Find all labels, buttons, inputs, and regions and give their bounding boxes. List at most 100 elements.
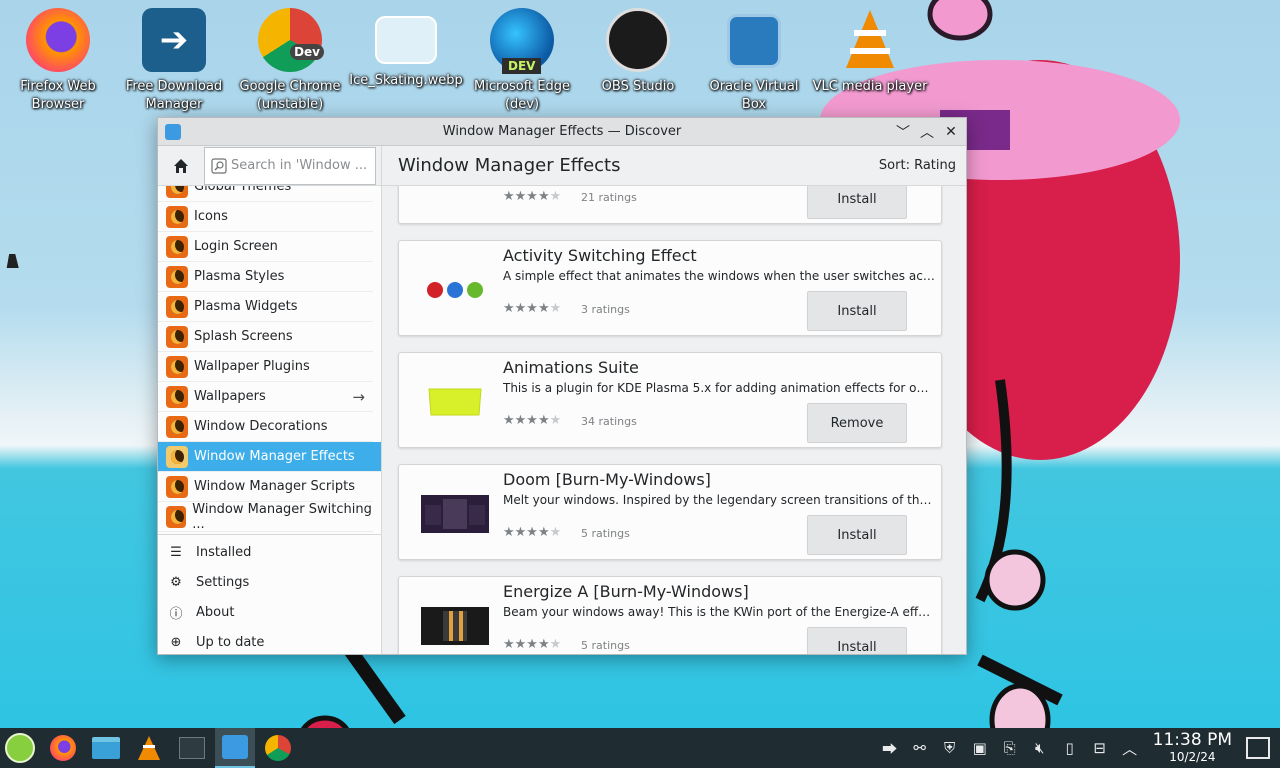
- category-icon: [166, 235, 188, 258]
- desktop-icon-virtualbox[interactable]: Oracle Virtual Box: [696, 6, 812, 114]
- nav-installed[interactable]: ☰ Installed: [158, 537, 381, 567]
- close-button[interactable]: ✕: [942, 123, 960, 141]
- install-button[interactable]: Install: [807, 515, 907, 555]
- category-icon: [166, 475, 188, 498]
- chevron-up-icon[interactable]: ︿: [1115, 733, 1145, 763]
- system-tray: ⮕ ⚯ ⛨ ▣ ⎘ 🔇︎ ▯ ⊟ ︿ 11:38 PM 10/2/24: [875, 728, 1280, 768]
- taskbar-firefox[interactable]: [43, 728, 83, 768]
- taskbar-discover[interactable]: [215, 728, 255, 768]
- battery-icon[interactable]: ▯: [1055, 733, 1085, 763]
- sidebar-item-wallpapers[interactable]: Wallpapers →: [158, 382, 373, 412]
- category-icon: [166, 265, 188, 288]
- sidebar-item-icons[interactable]: Icons: [158, 202, 373, 232]
- category-icon: [166, 415, 188, 438]
- home-button[interactable]: [158, 146, 204, 186]
- start-menu-button[interactable]: [0, 728, 40, 768]
- sidebar-item-window-manager-scripts[interactable]: Window Manager Scripts: [158, 472, 373, 502]
- sidebar-item-window-decorations[interactable]: Window Decorations: [158, 412, 373, 442]
- desktop-icon-vlc[interactable]: VLC media player: [812, 6, 928, 96]
- maximize-button[interactable]: ︿: [918, 123, 936, 141]
- mint-logo-icon: [5, 733, 35, 763]
- network-icon[interactable]: ⊟: [1085, 733, 1115, 763]
- mouse-cursor: [6, 254, 22, 268]
- desktop-icons: Firefox Web Browser ➔ Free Download Mana…: [0, 6, 940, 116]
- sidebar-item-wallpaper-plugins[interactable]: Wallpaper Plugins: [158, 352, 373, 382]
- app-description: Melt your windows. Inspired by the legen…: [503, 493, 935, 507]
- app-list[interactable]: ★★★★★ 21 ratings Install Activity Switch…: [382, 186, 966, 654]
- taskbar-files[interactable]: [86, 728, 126, 768]
- sidebar-item-label: Global Themes: [194, 186, 292, 194]
- taskbar-vlc[interactable]: [129, 728, 169, 768]
- minimize-button[interactable]: ﹀: [894, 123, 912, 141]
- category-icon: [166, 445, 188, 468]
- sidebar-item-plasma-widgets[interactable]: Plasma Widgets: [158, 292, 373, 322]
- taskbar-chrome-dev[interactable]: [258, 728, 298, 768]
- window-title: Window Manager Effects — Discover: [442, 124, 682, 139]
- taskbar-system-settings[interactable]: [172, 728, 212, 768]
- category-icon: [166, 505, 187, 528]
- app-card[interactable]: Animations Suite This is a plugin for KD…: [398, 352, 942, 448]
- home-icon: [174, 158, 188, 173]
- chevron-up-icon: ︿: [920, 124, 934, 141]
- category-sidebar: Global Themes Icons Login Screen Plasma …: [158, 186, 382, 654]
- install-button[interactable]: Install: [807, 291, 907, 331]
- sidebar-item-window-manager-switching[interactable]: Window Manager Switching ...: [158, 502, 373, 532]
- desktop-icon-ice-skating[interactable]: Ice_Skating.webp: [348, 6, 464, 90]
- gear-icon: ⚙: [170, 574, 182, 590]
- ratings-count: 21 ratings: [581, 191, 637, 204]
- doom-thumbnail: [421, 495, 489, 533]
- desktop-icon-firefox[interactable]: Firefox Web Browser: [0, 6, 116, 114]
- app-card[interactable]: Doom [Burn-My-Windows] Melt your windows…: [398, 464, 942, 560]
- chrome-dev-badge: Dev: [290, 44, 324, 60]
- clock[interactable]: 11:38 PM 10/2/24: [1153, 731, 1232, 765]
- edge-dev-icon: DEV: [490, 8, 554, 74]
- folder-icon: [92, 737, 120, 759]
- app-name: Animations Suite: [503, 358, 639, 377]
- discover-app-icon[interactable]: [165, 123, 181, 140]
- sidebar-item-label: Plasma Widgets: [194, 299, 298, 314]
- sidebar-item-login-screen[interactable]: Login Screen: [158, 232, 373, 262]
- rating-stars: ★★★★★: [503, 525, 562, 540]
- remove-button[interactable]: Remove: [807, 403, 907, 443]
- chrome-dev-icon: Dev: [258, 8, 324, 72]
- fdm-tray-icon[interactable]: ⮕: [875, 733, 905, 763]
- desktop-icon-fdm[interactable]: ➔ Free Download Manager: [116, 6, 232, 114]
- ratings-count: 5 ratings: [581, 527, 630, 540]
- nav-about[interactable]: ⓘ About: [158, 597, 381, 627]
- sidebar-item-window-manager-effects[interactable]: Window Manager Effects: [158, 442, 381, 472]
- sidebar-item-label: Splash Screens: [194, 329, 293, 344]
- sidebar-item-label: Icons: [194, 209, 228, 224]
- install-button[interactable]: Install: [807, 627, 907, 654]
- nav-settings[interactable]: ⚙ Settings: [158, 567, 381, 597]
- nav-up-to-date[interactable]: ⊕ Up to date: [158, 627, 381, 654]
- desktop-icon-obs[interactable]: OBS Studio: [580, 6, 696, 96]
- sidebar-item-plasma-styles[interactable]: Plasma Styles: [158, 262, 373, 292]
- app-card[interactable]: Energize A [Burn-My-Windows] Beam your w…: [398, 576, 942, 654]
- app-description: Beam your windows away! This is the KWin…: [503, 605, 935, 619]
- sidebar-item-label: Wallpapers: [194, 389, 266, 404]
- volume-muted-icon[interactable]: 🔇︎: [1025, 733, 1055, 763]
- app-card[interactable]: Activity Switching Effect A simple effec…: [398, 240, 942, 336]
- search-input[interactable]: [231, 158, 371, 173]
- clipboard-icon[interactable]: ⎘: [995, 733, 1025, 763]
- update-manager-icon[interactable]: ▣: [965, 733, 995, 763]
- desktop-icon-chrome-dev[interactable]: Dev Google Chrome (unstable): [232, 6, 348, 114]
- window-titlebar[interactable]: Window Manager Effects — Discover ﹀ ︿ ✕: [158, 118, 966, 146]
- sidebar-item-label: Plasma Styles: [194, 269, 285, 284]
- app-card[interactable]: ★★★★★ 21 ratings Install: [398, 186, 942, 224]
- sort-button[interactable]: Sort: Rating: [879, 158, 956, 173]
- discover-window: Window Manager Effects — Discover ﹀ ︿ ✕ …: [157, 117, 967, 655]
- desktop-icon-edge-dev[interactable]: DEV Microsoft Edge (dev): [464, 6, 580, 114]
- category-icon: [166, 385, 188, 408]
- sidebar-item-splash-screens[interactable]: Splash Screens: [158, 322, 373, 352]
- install-button[interactable]: Install: [807, 186, 907, 219]
- search-field[interactable]: [204, 146, 376, 185]
- sidebar-item-label: Window Decorations: [194, 419, 328, 434]
- ratings-count: 5 ratings: [581, 639, 630, 652]
- shield-icon[interactable]: ⛨: [935, 733, 965, 763]
- show-desktop-button[interactable]: [1246, 737, 1270, 759]
- sidebar-item-global-themes[interactable]: Global Themes: [158, 186, 373, 202]
- list-icon: ☰: [170, 544, 182, 560]
- kdeconnect-icon[interactable]: ⚯: [905, 733, 935, 763]
- fdm-icon: ➔: [142, 8, 206, 72]
